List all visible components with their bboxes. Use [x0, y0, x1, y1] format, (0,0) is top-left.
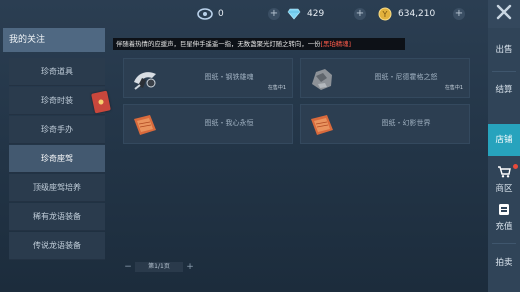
nav-recharge[interactable]: 充值	[488, 200, 520, 234]
item-card[interactable]: 图纸・幻影世界	[300, 104, 470, 144]
gold-counter: Y 634,210	[376, 5, 435, 23]
prev-page-button[interactable]: −	[123, 262, 133, 272]
blueprint-scroll-icon	[307, 110, 337, 140]
diamond-icon	[285, 5, 303, 23]
category-sidebar: 我的关注 珍奇道具 珍奇时装 珍奇手办 珍奇座驾 顶级座驾培养 稀有龙语装备 传…	[3, 28, 105, 260]
coupon-icon	[196, 5, 214, 23]
sidebar-item-rare-mounts[interactable]: 珍奇座驾	[9, 145, 105, 173]
item-stock-status: 在售中1	[444, 85, 463, 91]
nav-divider	[492, 71, 516, 72]
nav-mall-label: 商区	[495, 184, 513, 194]
notification-dot	[513, 164, 518, 169]
sidebar-item-rare-dragon-gear[interactable]: 稀有龙语装备	[9, 203, 105, 231]
nav-sell[interactable]: 出售	[488, 40, 520, 60]
gold-coin-icon: Y	[376, 5, 394, 23]
wallet-icon	[488, 203, 520, 220]
item-name: 图纸・尼德霍格之怒	[374, 73, 438, 81]
nidhogg-icon	[307, 64, 337, 94]
add-coupon-button[interactable]: +	[268, 8, 280, 20]
close-icon	[496, 4, 512, 24]
steel-soul-icon	[130, 64, 160, 94]
category-list: 珍奇道具 珍奇时装 珍奇手办 珍奇座驾 顶级座驾培养 稀有龙语装备 传说龙语装备	[9, 58, 105, 261]
nav-shop-label: 店铺	[495, 135, 513, 145]
item-name: 图纸・幻影世界	[381, 119, 431, 127]
announcement-text: 伴随着热情的应援声，巨星伸手遥遥一指，无数盏聚光灯随之转向，一份	[116, 40, 321, 48]
diamond-value: 429	[307, 9, 325, 19]
svg-text:Y: Y	[382, 10, 388, 19]
add-gold-button[interactable]: +	[453, 8, 465, 20]
nav-settle[interactable]: 结算	[488, 80, 520, 100]
nav-divider	[492, 243, 516, 244]
coupon-value: 0	[218, 9, 224, 19]
nav-settle-label: 结算	[495, 85, 513, 95]
gold-value: 634,210	[398, 9, 436, 19]
item-name: 图纸・我心永恒	[204, 119, 254, 127]
blueprint-scroll-icon	[130, 110, 160, 140]
announcement-highlight: [黑珀精魂]	[320, 40, 352, 48]
item-card[interactable]: 图纸・尼德霍格之怒 在售中1	[300, 58, 470, 98]
nav-mall[interactable]: 商区	[488, 162, 520, 194]
item-stock-status: 在售中1	[267, 85, 286, 91]
page-indicator: 第1/1页	[135, 262, 183, 272]
sidebar-item-rare-props[interactable]: 珍奇道具	[9, 58, 105, 86]
sidebar-item-legend-dragon-gear[interactable]: 传说龙语装备	[9, 232, 105, 260]
coupon-counter: 0	[196, 5, 224, 23]
nav-recharge-label: 充值	[495, 222, 513, 232]
nav-sell-label: 出售	[495, 45, 513, 55]
sidebar-item-rare-fashion[interactable]: 珍奇时装	[9, 87, 105, 115]
close-button[interactable]	[488, 0, 520, 28]
sidebar-header-favorites[interactable]: 我的关注	[3, 28, 105, 52]
nav-auction[interactable]: 拍卖	[488, 252, 520, 274]
sidebar-item-top-mount-training[interactable]: 顶级座驾培养	[9, 174, 105, 202]
add-diamond-button[interactable]: +	[354, 8, 366, 20]
next-page-button[interactable]: +	[185, 262, 195, 272]
item-card[interactable]: 图纸・钢铁雄魂 在售中1	[123, 58, 293, 98]
red-packet-icon[interactable]	[91, 90, 111, 114]
currency-bar: 0 + 429 + Y 634,210 +	[0, 0, 488, 28]
nav-auction-label: 拍卖	[495, 258, 513, 268]
right-nav: 出售 结算 店铺 商区 充值 拍卖	[488, 28, 520, 292]
diamond-counter: 429	[285, 5, 324, 23]
pagination: − 第1/1页 +	[123, 261, 195, 273]
nav-shop[interactable]: 店铺	[488, 124, 520, 156]
sidebar-item-rare-figures[interactable]: 珍奇手办	[9, 116, 105, 144]
announcement-banner: 伴随着热情的应援声，巨星伸手遥遥一指，无数盏聚光灯随之转向，一份[黑珀精魂]	[113, 38, 405, 50]
item-card[interactable]: 图纸・我心永恒	[123, 104, 293, 144]
item-name: 图纸・钢铁雄魂	[204, 73, 254, 81]
